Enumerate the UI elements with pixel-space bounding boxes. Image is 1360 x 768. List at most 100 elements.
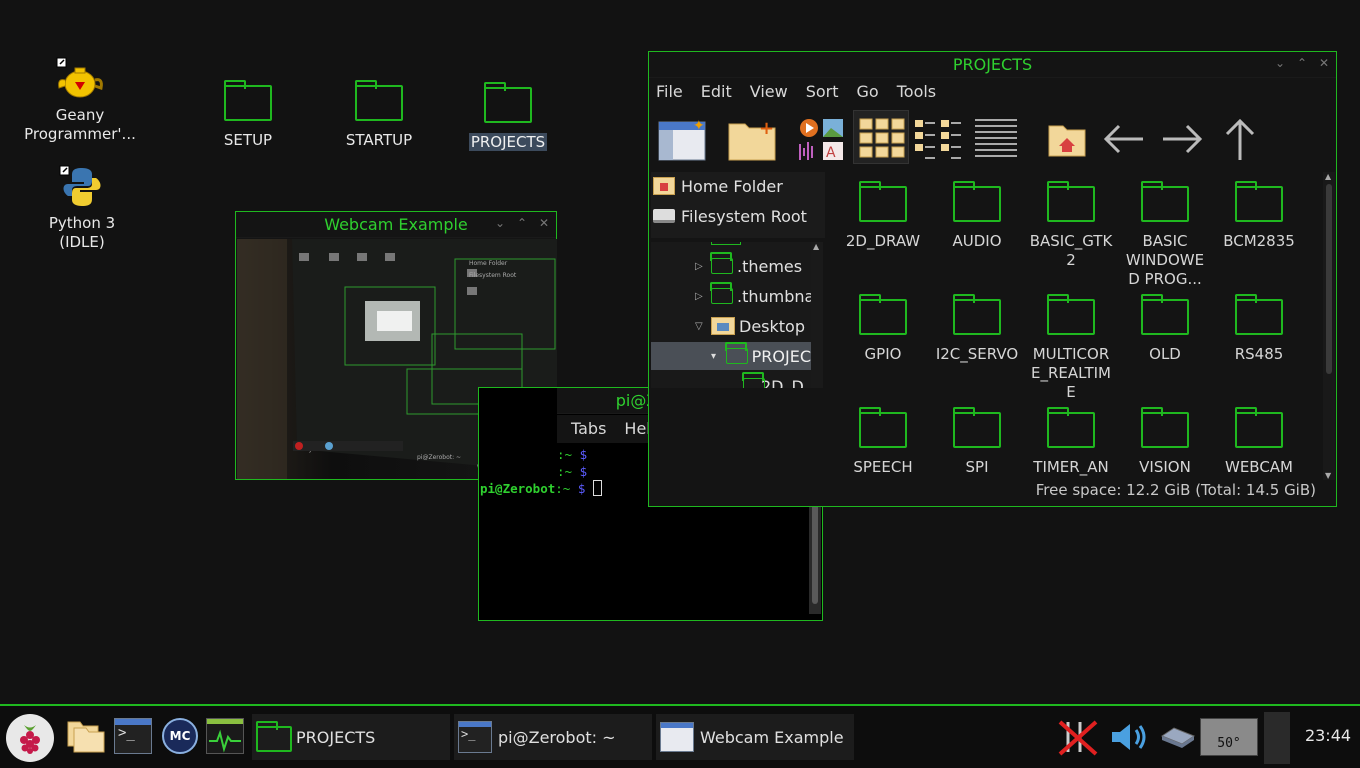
- menu-tools[interactable]: Tools: [888, 78, 945, 106]
- terminal-launcher-icon[interactable]: >_: [114, 718, 152, 754]
- folder-item[interactable]: MULTICOR E_REALTIM E: [1023, 294, 1119, 402]
- menu-sort[interactable]: Sort: [797, 78, 848, 106]
- places-pane: Home Folder Filesystem Root: [651, 172, 825, 238]
- expander-icon[interactable]: ▽: [695, 321, 711, 332]
- mathematica-launcher-icon[interactable]: MC: [162, 718, 198, 754]
- menu-file[interactable]: File: [649, 78, 692, 106]
- folder-icon: [1141, 294, 1189, 335]
- svg-text:Filesystem Root: Filesystem Root: [469, 272, 517, 279]
- folder-item[interactable]: 2D_DRAW: [835, 181, 931, 251]
- desktop-icon-geany[interactable]: Geany Programmer'...: [14, 56, 146, 144]
- terminal-cursor: [592, 480, 602, 496]
- folder-item[interactable]: BASIC WINDOWE D PROG...: [1117, 181, 1213, 289]
- maximize-icon[interactable]: ⌃: [514, 216, 530, 230]
- folder-icon: [1235, 181, 1283, 222]
- folder-item[interactable]: AUDIO: [929, 181, 1025, 251]
- menu-view[interactable]: View: [741, 78, 797, 106]
- window-title: PROJECTS: [952, 55, 1033, 74]
- new-window-icon[interactable]: ✦: [657, 116, 707, 162]
- task-webcam[interactable]: Webcam Example: [656, 714, 854, 760]
- expander-icon[interactable]: ▷: [695, 291, 711, 302]
- clock[interactable]: 23:44: [1300, 726, 1356, 745]
- folder-item[interactable]: WEBCAM: [1211, 407, 1307, 477]
- folder-item[interactable]: VISION: [1117, 407, 1213, 477]
- desktop-icon-python[interactable]: Python 3 (IDLE): [24, 164, 140, 252]
- folder-item[interactable]: I2C_SERVO: [929, 294, 1025, 364]
- home-icon[interactable]: [1045, 116, 1095, 162]
- folder-icon: [710, 252, 733, 274]
- directory-tree[interactable]: ▷ .themes ▷ .thumbna ▽ Desktop ▾ PROJEC …: [651, 242, 811, 388]
- folder-icon: [742, 372, 765, 388]
- task-projects[interactable]: PROJECTS: [252, 714, 450, 760]
- folder-item[interactable]: TIMER_AN D_SIGNAL: [1023, 407, 1119, 480]
- icon-view-icon[interactable]: [853, 110, 909, 164]
- tree-scrollbar[interactable]: ▲: [811, 242, 823, 388]
- folder-icon: [1047, 181, 1095, 222]
- volume-icon[interactable]: [1110, 720, 1152, 754]
- folder-item[interactable]: SPEECH: [835, 407, 931, 477]
- desktop-icon-startup[interactable]: STARTUP: [334, 78, 424, 150]
- tree-item-desktop[interactable]: ▽ Desktop: [695, 314, 805, 338]
- folder-label: BASIC WINDOWE D PROG...: [1125, 232, 1205, 288]
- minimize-icon[interactable]: ⌄: [492, 216, 508, 230]
- folder-icon: [710, 282, 733, 304]
- folder-grid[interactable]: 2D_DRAW AUDIO BASIC_GTK 2 BASIC WINDOWE D P…: [831, 172, 1323, 480]
- file-manager-launcher-icon[interactable]: [66, 718, 106, 754]
- thumbnail-view-icon[interactable]: A: [797, 116, 847, 162]
- close-icon[interactable]: ✕: [536, 216, 552, 230]
- folder-item[interactable]: OLD: [1117, 294, 1213, 364]
- task-terminal[interactable]: >_ pi@Zerobot: ~: [454, 714, 652, 760]
- tree-item-themes[interactable]: ▷ .themes: [695, 252, 802, 278]
- system-monitor-launcher-icon[interactable]: [206, 718, 244, 754]
- folder-label: BCM2835: [1223, 232, 1295, 250]
- window-titlebar[interactable]: PROJECTS ⌄ ⌃ ✕: [649, 52, 1336, 78]
- folder-item[interactable]: BCM2835: [1211, 181, 1307, 251]
- tree-item-thumbnails[interactable]: ▷ .thumbna: [695, 282, 811, 308]
- folder-label: SPI: [965, 458, 989, 476]
- tree-item-2d-draw[interactable]: 2D_D: [742, 372, 804, 388]
- folder-icon: [953, 181, 1001, 222]
- folder-icon: [1141, 181, 1189, 222]
- svg-text:✦: ✦: [693, 118, 705, 134]
- raspberry-menu-icon[interactable]: [6, 714, 54, 762]
- home-folder-icon: [653, 177, 675, 195]
- minimize-icon[interactable]: ⌄: [1272, 56, 1288, 70]
- grid-scrollbar[interactable]: ▲ ▼: [1323, 172, 1335, 480]
- menu-edit[interactable]: Edit: [692, 78, 741, 106]
- menu-tabs[interactable]: Tabs: [557, 415, 615, 443]
- back-arrow-icon[interactable]: [1099, 116, 1149, 162]
- place-filesystem-root[interactable]: Filesystem Root: [653, 204, 807, 228]
- folder-icon: [953, 294, 1001, 335]
- detailed-list-icon[interactable]: [971, 116, 1021, 162]
- window-titlebar[interactable]: Webcam Example ⌄ ⌃ ✕: [236, 212, 556, 238]
- storage-icon[interactable]: [1160, 722, 1196, 752]
- network-disconnected-icon[interactable]: [1058, 718, 1098, 756]
- folder-icon: [256, 721, 292, 752]
- file-manager-toolbar: ✦ + A: [649, 108, 1337, 170]
- close-icon[interactable]: ✕: [1316, 56, 1332, 70]
- folder-item[interactable]: RS485: [1211, 294, 1307, 364]
- expander-icon[interactable]: ▷: [695, 261, 711, 272]
- folder-label: SPEECH: [853, 458, 913, 476]
- folder-item[interactable]: SPI: [929, 407, 1025, 477]
- window-icon: [660, 722, 694, 752]
- file-manager-window[interactable]: PROJECTS ⌄ ⌃ ✕ File Edit View Sort Go To…: [648, 51, 1337, 507]
- desktop-icon-projects[interactable]: PROJECTS: [464, 80, 552, 152]
- file-manager-menubar: File Edit View Sort Go Tools: [649, 78, 945, 106]
- up-arrow-icon[interactable]: [1215, 116, 1265, 162]
- folder-label: BASIC_GTK 2: [1029, 232, 1113, 269]
- maximize-icon[interactable]: ⌃: [1294, 56, 1310, 70]
- list-view-icon[interactable]: [913, 116, 963, 162]
- place-home[interactable]: Home Folder: [653, 174, 783, 198]
- desktop-icon-setup[interactable]: SETUP: [208, 78, 288, 150]
- tree-item-projects[interactable]: ▾ PROJEC: [651, 342, 811, 370]
- expander-icon[interactable]: ▾: [711, 351, 726, 362]
- folder-icon: [859, 181, 907, 222]
- menu-go[interactable]: Go: [848, 78, 888, 106]
- folder-icon: [1235, 407, 1283, 448]
- forward-arrow-icon[interactable]: [1157, 116, 1207, 162]
- window-title: Webcam Example: [324, 215, 468, 234]
- folder-item[interactable]: BASIC_GTK 2: [1023, 181, 1119, 270]
- folder-item[interactable]: GPIO: [835, 294, 931, 364]
- new-folder-icon[interactable]: +: [727, 116, 777, 162]
